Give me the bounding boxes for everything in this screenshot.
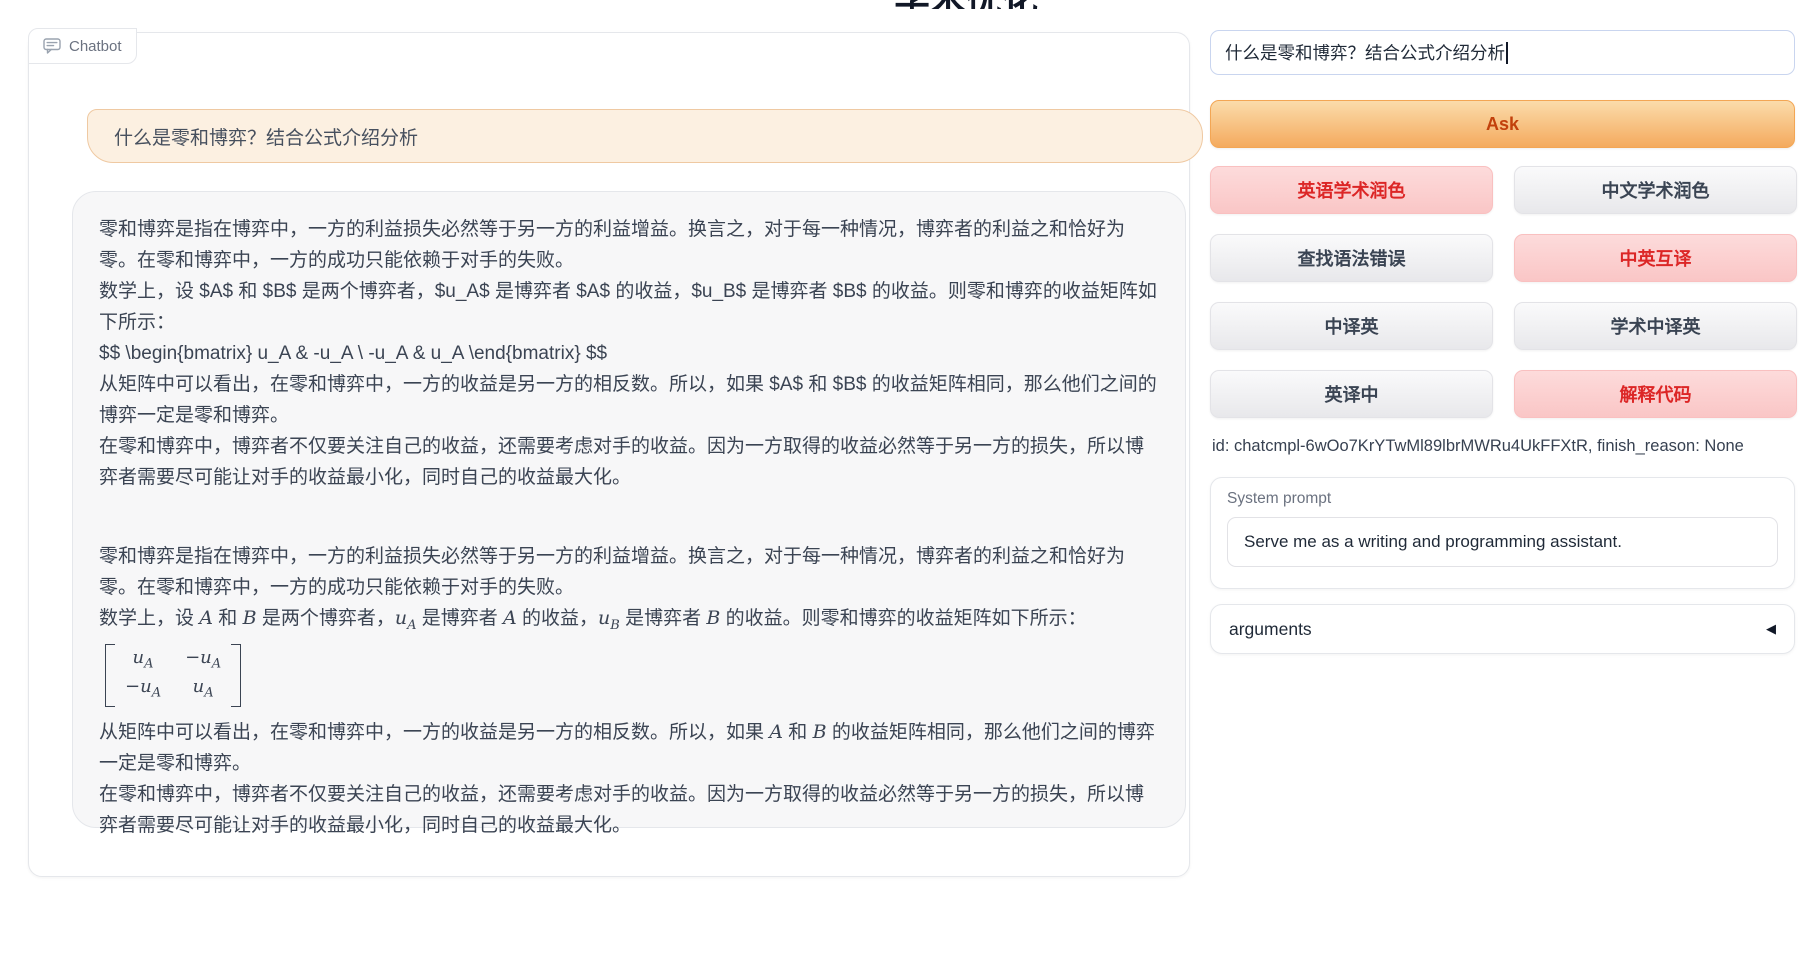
bot-rendered-paragraph-2: 数学上，设 A 和 B 是两个博弈者，uA 是博弈者 A 的收益，uB 是博弈者…: [99, 603, 1159, 641]
user-message-bubble: 什么是零和博弈？结合公式介绍分析: [87, 109, 1203, 163]
bot-raw-block: 零和博弈是指在博弈中，一方的利益损失必然等于另一方的利益增益。换言之，对于每一种…: [99, 214, 1159, 493]
chatbot-panel: 什么是零和博弈？结合公式介绍分析 零和博弈是指在博弈中，一方的利益损失必然等于另…: [28, 32, 1190, 877]
bot-raw-paragraph-4: 在零和博弈中，博弈者不仅要关注自己的收益，还需要考虑对手的收益。因为一方取得的收…: [99, 431, 1159, 493]
bot-raw-paragraph-3: 从矩阵中可以看出，在零和博弈中，一方的收益是另一方的相反数。所以，如果 $A$ …: [99, 369, 1159, 431]
user-message-text: 什么是零和博弈？结合公式介绍分析: [114, 123, 418, 150]
matrix-right-bracket: [231, 644, 241, 707]
matrix-cell: uA: [125, 646, 161, 676]
question-input[interactable]: 什么是零和博弈？结合公式介绍分析: [1210, 30, 1795, 75]
chatbot-label: Chatbot: [28, 28, 137, 64]
math-var: A: [769, 721, 783, 743]
quick-button-zh-to-en[interactable]: 中译英: [1210, 302, 1493, 350]
quick-button-en-to-zh[interactable]: 英译中: [1210, 370, 1493, 418]
bot-rendered-paragraph-1: 零和博弈是指在博弈中，一方的利益损失必然等于另一方的利益增益。换言之，对于每一种…: [99, 541, 1159, 603]
math-var: B: [243, 607, 257, 629]
speech-bubble-icon: [43, 38, 61, 54]
matrix-cell: −uA: [125, 675, 161, 705]
bot-raw-paragraph-2: 数学上，设 $A$ 和 $B$ 是两个博弈者，$u_A$ 是博弈者 $A$ 的收…: [99, 276, 1159, 338]
math-var: A: [199, 607, 213, 629]
ask-button[interactable]: Ask: [1210, 100, 1795, 148]
math-subscript: B: [610, 618, 620, 633]
text-caret: [1506, 42, 1508, 64]
matrix-left-bracket: [105, 644, 115, 707]
math-var: u: [598, 607, 610, 629]
quick-button-academic-zh-to-en[interactable]: 学术中译英: [1514, 302, 1797, 350]
bot-rendered-block: 零和博弈是指在博弈中，一方的利益损失必然等于另一方的利益增益。换言之，对于每一种…: [99, 541, 1159, 841]
quick-action-grid: 英语学术润色 中文学术润色 查找语法错误 中英互译 中译英 学术中译英 英译中 …: [1210, 166, 1797, 418]
system-prompt-group: System prompt Serve me as a writing and …: [1210, 477, 1795, 589]
quick-button-zh-en-mutual-translate[interactable]: 中英互译: [1514, 234, 1797, 282]
question-input-value: 什么是零和博弈？结合公式介绍分析: [1225, 40, 1505, 65]
bot-raw-paragraph-1: 零和博弈是指在博弈中，一方的利益损失必然等于另一方的利益增益。换言之，对于每一种…: [99, 214, 1159, 276]
matrix-cell: −uA: [185, 646, 221, 676]
math-var: A: [503, 607, 517, 629]
system-prompt-label: System prompt: [1227, 490, 1778, 508]
system-prompt-value: Serve me as a writing and programming as…: [1244, 532, 1622, 552]
block-gap: [99, 493, 1159, 541]
math-var: u: [395, 607, 407, 629]
matrix-cell: uA: [185, 675, 221, 705]
bot-raw-formula: $$ \begin{bmatrix} u_A & -u_A \ -u_A & u…: [99, 338, 1159, 369]
math-var: B: [813, 721, 827, 743]
quick-button-explain-code[interactable]: 解释代码: [1514, 370, 1797, 418]
payoff-matrix: uA −uA −uA uA: [105, 644, 241, 707]
math-var: B: [706, 607, 720, 629]
quick-button-english-academic-polish[interactable]: 英语学术润色: [1210, 166, 1493, 214]
page-title: 学术优化: [846, 0, 1086, 9]
bot-rendered-paragraph-3: 从矩阵中可以看出，在零和博弈中，一方的收益是另一方的相反数。所以，如果 A 和 …: [99, 717, 1159, 779]
arguments-accordion-label: arguments: [1229, 619, 1312, 640]
quick-button-chinese-academic-polish[interactable]: 中文学术润色: [1514, 166, 1797, 214]
collapse-arrow-icon: ◀: [1766, 621, 1776, 637]
bot-rendered-paragraph-4: 在零和博弈中，博弈者不仅要关注自己的收益，还需要考虑对手的收益。因为一方取得的收…: [99, 779, 1159, 841]
arguments-accordion[interactable]: arguments ◀: [1210, 604, 1795, 654]
quick-button-find-grammar-errors[interactable]: 查找语法错误: [1210, 234, 1493, 282]
response-status-line: id: chatcmpl-6wOo7KrYTwMl89lbrMWRu4UkFFX…: [1212, 437, 1744, 456]
chatbot-label-text: Chatbot: [69, 38, 122, 55]
system-prompt-input[interactable]: Serve me as a writing and programming as…: [1227, 517, 1778, 567]
bot-message-bubble: 零和博弈是指在博弈中，一方的利益损失必然等于另一方的利益增益。换言之，对于每一种…: [72, 191, 1186, 828]
